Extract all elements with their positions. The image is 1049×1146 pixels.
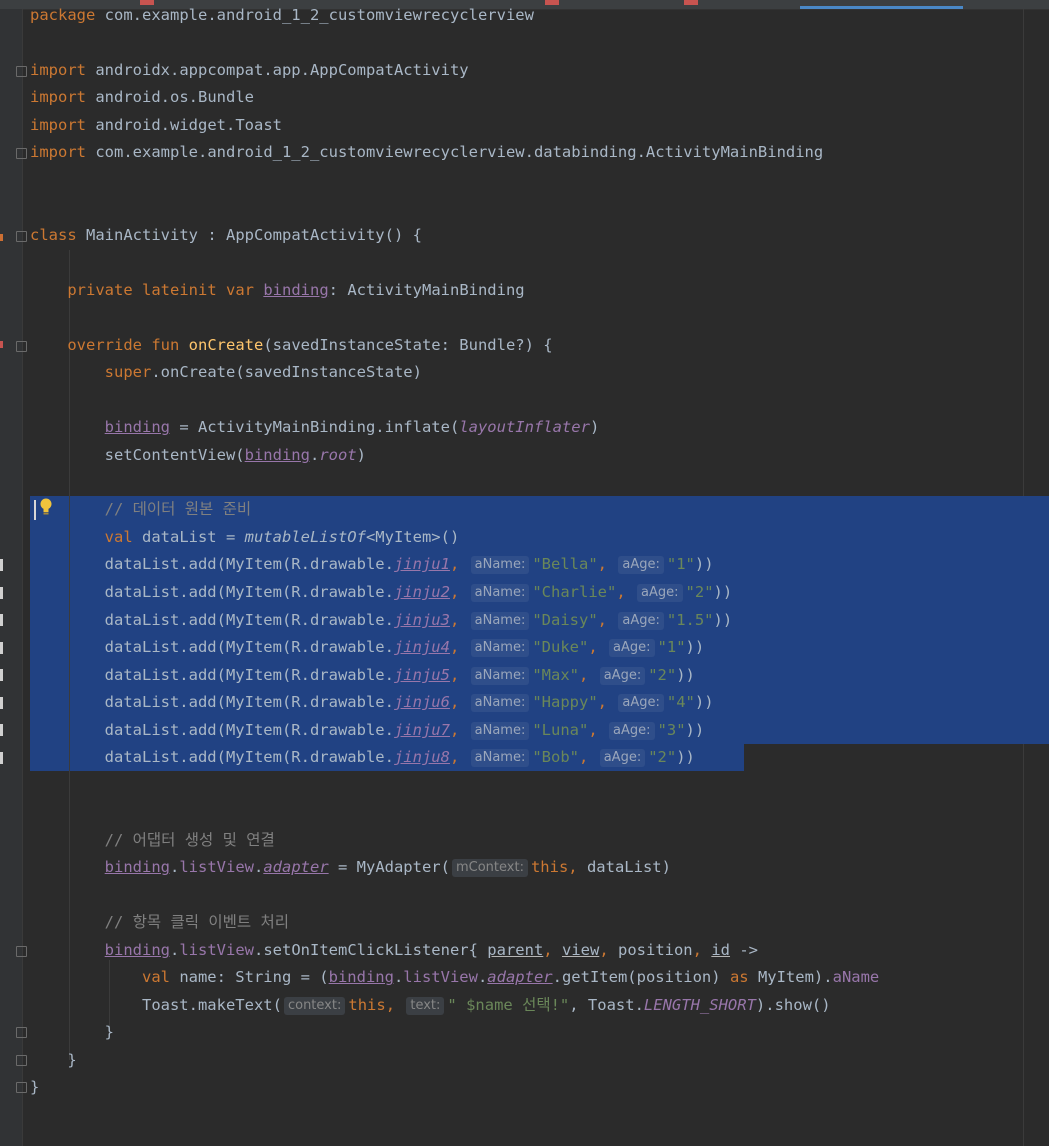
code-line[interactable]: private lateinit var binding: ActivityMa… <box>30 277 524 304</box>
code-line[interactable]: super.onCreate(savedInstanceState) <box>30 359 422 386</box>
parameter-hint: aAge: <box>618 556 664 574</box>
parameter-hint: aAge: <box>609 722 655 740</box>
parameter-hint: aName: <box>470 722 530 740</box>
resource-gutter-icon[interactable] <box>0 752 3 764</box>
parameter-hint: aAge: <box>637 584 683 602</box>
fold-icon[interactable] <box>16 231 27 242</box>
code-line[interactable]: import com.example.android_1_2_customvie… <box>30 139 823 166</box>
code-editor[interactable]: package com.example.android_1_2_customvi… <box>0 0 1049 1146</box>
code-line[interactable]: dataList.add(MyItem(R.drawable.jinju2, a… <box>30 579 732 606</box>
code-line[interactable]: // 데이터 원본 준비 <box>30 496 251 523</box>
resource-gutter-icon[interactable] <box>0 669 3 681</box>
fold-icon[interactable] <box>16 1055 27 1066</box>
code-line[interactable]: } <box>30 1019 114 1046</box>
code-line[interactable]: import android.os.Bundle <box>30 84 254 111</box>
code-line[interactable]: val dataList = mutableListOf<MyItem>() <box>30 524 460 551</box>
parameter-hint: aAge: <box>609 639 655 657</box>
code-line[interactable]: import androidx.appcompat.app.AppCompatA… <box>30 57 469 84</box>
code-line[interactable]: dataList.add(MyItem(R.drawable.jinju8, a… <box>30 744 695 771</box>
parameter-hint: aName: <box>470 612 530 630</box>
parameter-hint: mContext: <box>451 859 528 877</box>
code-line[interactable]: } <box>30 1074 39 1101</box>
parameter-hint: aAge: <box>599 667 646 685</box>
code-line[interactable]: override fun onCreate(savedInstanceState… <box>30 332 552 359</box>
resource-gutter-icon[interactable] <box>0 587 3 599</box>
parameter-hint: aAge: <box>618 612 664 630</box>
run-gutter-icon[interactable] <box>0 234 3 241</box>
fold-icon[interactable] <box>16 1027 27 1038</box>
resource-gutter-icon[interactable] <box>0 697 3 709</box>
code-line[interactable]: binding.listView.setOnItemClickListener{… <box>30 937 758 964</box>
code-line[interactable]: class MainActivity : AppCompatActivity()… <box>30 222 422 249</box>
fold-icon[interactable] <box>16 66 27 77</box>
code-line[interactable]: dataList.add(MyItem(R.drawable.jinju7, a… <box>30 717 704 744</box>
code-line[interactable]: dataList.add(MyItem(R.drawable.jinju6, a… <box>30 689 714 716</box>
code-line[interactable]: binding.listView.adapter = MyAdapter(mCo… <box>30 854 671 881</box>
resource-gutter-icon[interactable] <box>0 642 3 654</box>
code-line[interactable]: // 항목 클릭 이벤트 처리 <box>30 909 289 936</box>
code-line[interactable]: } <box>30 1047 76 1074</box>
code-line[interactable]: setContentView(binding.root) <box>30 442 366 469</box>
code-line[interactable]: package com.example.android_1_2_customvi… <box>30 2 534 29</box>
parameter-hint: text: <box>406 997 445 1015</box>
parameter-hint: aName: <box>470 694 530 712</box>
code-line[interactable]: Toast.makeText(context: this, text: " $nam… <box>30 992 831 1019</box>
fold-icon[interactable] <box>16 341 27 352</box>
code-line[interactable]: // 어댑터 생성 및 연결 <box>30 827 275 854</box>
resource-gutter-icon[interactable] <box>0 724 3 736</box>
parameter-hint: aName: <box>470 639 530 657</box>
override-gutter-icon[interactable] <box>0 341 3 348</box>
parameter-hint: aName: <box>470 556 530 574</box>
parameter-hint: aAge: <box>618 694 664 712</box>
parameter-hint: aName: <box>470 667 530 685</box>
code-line[interactable]: binding = ActivityMainBinding.inflate(la… <box>30 414 600 441</box>
code-line[interactable]: dataList.add(MyItem(R.drawable.jinju3, a… <box>30 607 732 634</box>
code-line[interactable]: val name: String = (binding.listView.ada… <box>30 964 879 991</box>
fold-icon[interactable] <box>16 946 27 957</box>
code-line[interactable]: dataList.add(MyItem(R.drawable.jinju5, a… <box>30 662 695 689</box>
resource-gutter-icon[interactable] <box>0 559 3 571</box>
code-line[interactable]: import android.widget.Toast <box>30 112 282 139</box>
parameter-hint: aName: <box>470 749 530 767</box>
fold-icon[interactable] <box>16 1082 27 1093</box>
parameter-hint: context: <box>283 997 346 1015</box>
code-line[interactable]: dataList.add(MyItem(R.drawable.jinju1, a… <box>30 551 714 578</box>
parameter-hint: aAge: <box>599 749 646 767</box>
fold-icon[interactable] <box>16 148 27 159</box>
code-line[interactable]: dataList.add(MyItem(R.drawable.jinju4, a… <box>30 634 704 661</box>
resource-gutter-icon[interactable] <box>0 614 3 626</box>
parameter-hint: aName: <box>470 584 530 602</box>
